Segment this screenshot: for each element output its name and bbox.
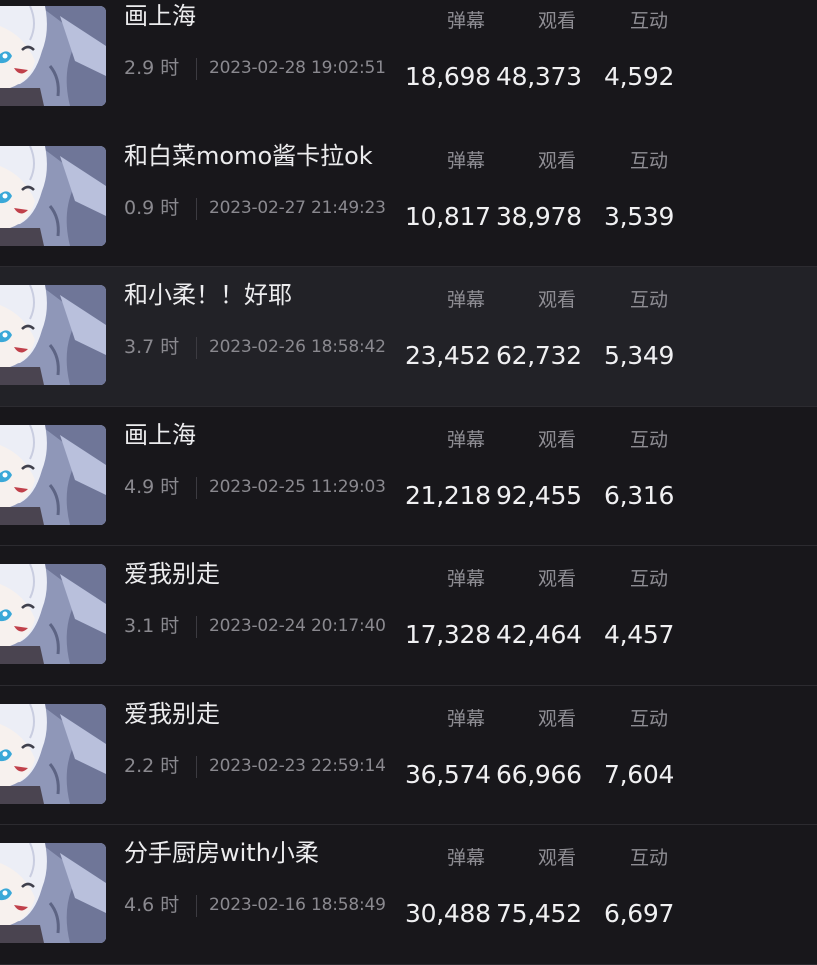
anime-avatar-icon: [0, 6, 106, 106]
divider: [196, 197, 197, 220]
stream-title[interactable]: 和白菜momo酱卡拉ok: [124, 141, 373, 171]
interaction-count: 6,316: [604, 480, 675, 510]
stream-duration: 3.7 时: [124, 336, 180, 358]
danmaku-label: 弹幕: [447, 707, 486, 730]
stream-thumbnail[interactable]: [0, 424, 106, 525]
stream-duration: 4.6 时: [124, 894, 180, 916]
anime-avatar-icon: [0, 285, 106, 385]
stream-datetime: 2023-02-23 22:59:14: [209, 755, 386, 776]
danmaku-label: 弹幕: [447, 10, 486, 32]
views-label: 观看: [538, 428, 577, 451]
divider: [196, 476, 197, 499]
divider: [196, 616, 197, 638]
views-count: 75,452: [496, 899, 582, 928]
anime-avatar-icon: [0, 843, 106, 943]
danmaku-label: 弹幕: [447, 847, 486, 869]
views-label: 观看: [538, 149, 577, 172]
divider: [196, 337, 197, 359]
interaction-count: 7,604: [604, 759, 675, 789]
views-count: 38,978: [496, 201, 582, 231]
stream-datetime: 2023-02-27 21:49:23: [209, 197, 386, 218]
list-item[interactable]: 画上海 4.9 时 2023-02-25 11:29:03 弹幕 观看 互动 2…: [0, 406, 817, 546]
stream-title[interactable]: 画上海: [124, 420, 196, 450]
interaction-label: 互动: [630, 707, 669, 730]
interaction-count: 5,349: [604, 341, 675, 370]
views-count: 48,373: [496, 62, 582, 91]
danmaku-label: 弹幕: [447, 149, 486, 172]
stream-thumbnail[interactable]: [0, 703, 106, 804]
danmaku-count: 17,328: [405, 620, 491, 649]
stream-duration: 3.1 时: [124, 615, 180, 637]
anime-avatar-icon: [0, 145, 106, 246]
divider: [196, 58, 197, 80]
views-label: 观看: [538, 10, 577, 32]
anime-avatar-icon: [0, 424, 106, 525]
anime-avatar-icon: [0, 703, 106, 804]
stream-duration: 2.9 时: [124, 57, 180, 79]
interaction-count: 4,592: [604, 62, 675, 91]
divider: [196, 895, 197, 917]
list-item[interactable]: 分手厨房with小柔 4.6 时 2023-02-16 18:58:49 弹幕 …: [0, 825, 817, 965]
views-count: 62,732: [496, 341, 582, 370]
stream-thumbnail[interactable]: [0, 145, 106, 246]
danmaku-count: 30,488: [405, 899, 491, 928]
views-count: 42,464: [496, 620, 582, 649]
views-label: 观看: [538, 289, 577, 311]
interaction-label: 互动: [630, 568, 669, 590]
interaction-count: 6,697: [604, 899, 675, 928]
interaction-label: 互动: [630, 428, 669, 451]
list-item[interactable]: 和小柔！！好耶 3.7 时 2023-02-26 18:58:42 弹幕 观看 …: [0, 267, 817, 407]
stream-datetime: 2023-02-26 18:58:42: [209, 337, 386, 357]
stream-thumbnail[interactable]: [0, 843, 106, 943]
stream-datetime: 2023-02-25 11:29:03: [209, 476, 386, 497]
interaction-label: 互动: [630, 149, 669, 172]
views-label: 观看: [538, 707, 577, 730]
danmaku-count: 23,452: [405, 341, 491, 370]
danmaku-count: 10,817: [405, 201, 491, 231]
views-label: 观看: [538, 847, 577, 869]
stream-duration: 2.2 时: [124, 754, 180, 777]
interaction-count: 4,457: [604, 620, 675, 649]
stream-datetime: 2023-02-28 19:02:51: [209, 58, 386, 78]
danmaku-count: 18,698: [405, 62, 491, 91]
stream-datetime: 2023-02-24 20:17:40: [209, 616, 386, 636]
divider: [196, 755, 197, 778]
stream-title[interactable]: 和小柔！！好耶: [124, 280, 292, 310]
views-label: 观看: [538, 568, 577, 590]
interaction-label: 互动: [630, 289, 669, 311]
stream-title[interactable]: 分手厨房with小柔: [124, 838, 319, 868]
list-item[interactable]: 爱我别走 3.1 时 2023-02-24 20:17:40 弹幕 观看 互动 …: [0, 546, 817, 686]
views-count: 66,966: [496, 759, 582, 789]
views-count: 92,455: [496, 480, 582, 510]
danmaku-count: 36,574: [405, 759, 491, 789]
interaction-label: 互动: [630, 847, 669, 869]
list-item[interactable]: 画上海 2.9 时 2023-02-28 19:02:51 弹幕 观看 互动 1…: [0, 0, 817, 129]
stream-thumbnail[interactable]: [0, 564, 106, 664]
danmaku-count: 21,218: [405, 480, 491, 510]
stream-thumbnail[interactable]: [0, 285, 106, 385]
anime-avatar-icon: [0, 564, 106, 664]
stream-thumbnail[interactable]: [0, 6, 106, 106]
danmaku-label: 弹幕: [447, 289, 486, 311]
interaction-label: 互动: [630, 10, 669, 32]
danmaku-label: 弹幕: [447, 428, 486, 451]
stream-title[interactable]: 爱我别走: [124, 699, 220, 729]
stream-duration: 0.9 时: [124, 196, 180, 219]
list-item[interactable]: 和白菜momo酱卡拉ok 0.9 时 2023-02-27 21:49:23 弹…: [0, 127, 817, 267]
stream-duration: 4.9 时: [124, 475, 180, 498]
stream-title[interactable]: 画上海: [124, 1, 196, 31]
stream-title[interactable]: 爱我别走: [124, 559, 220, 589]
danmaku-label: 弹幕: [447, 568, 486, 590]
list-item[interactable]: 爱我别走 2.2 时 2023-02-23 22:59:14 弹幕 观看 互动 …: [0, 685, 817, 825]
interaction-count: 3,539: [604, 201, 675, 231]
stream-datetime: 2023-02-16 18:58:49: [209, 895, 386, 915]
